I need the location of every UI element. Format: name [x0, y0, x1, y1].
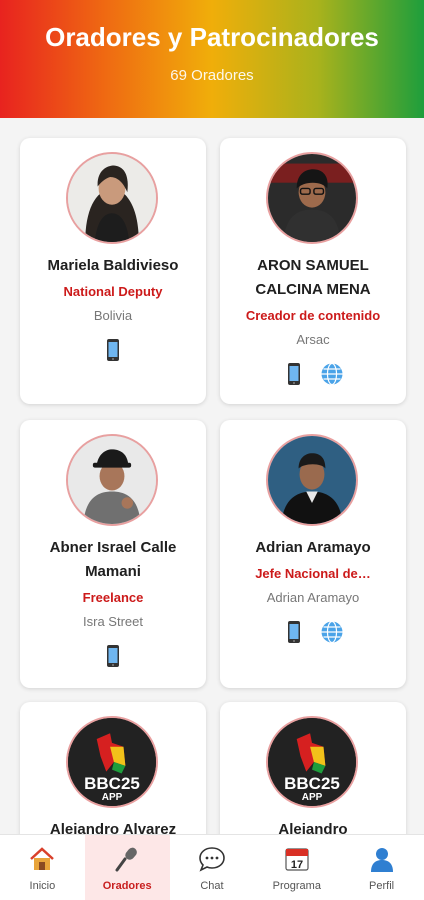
speaker-card[interactable]: Mariela Baldivieso National Deputy Boliv…	[20, 138, 206, 404]
speaker-card[interactable]: Adrian Aramayo Jefe Nacional de… Adrian …	[220, 420, 406, 688]
chat-icon	[170, 845, 255, 873]
speaker-links	[220, 620, 406, 644]
speaker-count: 69 Oradores	[170, 67, 254, 84]
speaker-name: Adrian Aramayo	[255, 539, 371, 556]
speaker-name: Alejandro	[278, 821, 348, 834]
calendar-day: 17	[291, 859, 303, 871]
nav-label: Oradores	[102, 880, 152, 892]
speaker-organization: Bolivia	[93, 308, 133, 323]
logo-subtext: APP	[301, 792, 323, 803]
speaker-avatar	[266, 152, 358, 244]
speaker-role: Freelance	[82, 590, 144, 605]
speaker-name: Abner Israel Calle Mamani	[49, 539, 177, 580]
speaker-links	[220, 362, 406, 386]
speaker-links	[20, 644, 206, 668]
speakers-grid: Mariela Baldivieso National Deputy Boliv…	[0, 118, 424, 834]
speaker-role: National Deputy	[63, 284, 163, 299]
nav-label: Perfil	[369, 880, 395, 892]
nav-label: Chat	[200, 880, 224, 892]
nav-item-inicio[interactable]: Inicio	[0, 835, 85, 900]
speaker-avatar	[66, 434, 158, 526]
speaker-card[interactable]: Abner Israel Calle Mamani Freelance Isra…	[20, 420, 206, 688]
home-icon	[0, 845, 85, 873]
globe-icon[interactable]	[320, 362, 344, 386]
speaker-links	[20, 338, 206, 362]
globe-icon[interactable]	[320, 620, 344, 644]
speaker-name: Mariela Baldivieso	[47, 257, 179, 274]
phone-icon[interactable]	[282, 620, 306, 644]
calendar-icon: 17	[254, 845, 339, 873]
nav-item-chat[interactable]: Chat	[170, 835, 255, 900]
nav-item-perfil[interactable]: Perfil	[339, 835, 424, 900]
speaker-avatar	[66, 152, 158, 244]
page-header: Oradores y Patrocinadores 69 Oradores	[0, 0, 424, 118]
speaker-card[interactable]: ARON SAMUEL CALCINA MENA Creador de cont…	[220, 138, 406, 404]
speaker-card[interactable]: BBC25 APP Alejandro Alvarez	[20, 702, 206, 834]
speaker-card[interactable]: BBC25 APP Alejandro	[220, 702, 406, 834]
nav-item-oradores[interactable]: Oradores	[84, 835, 170, 900]
speaker-role: Jefe Nacional de…	[255, 566, 371, 581]
microphone-icon	[85, 845, 170, 873]
speaker-organization: Isra Street	[83, 614, 143, 629]
speaker-name: Alejandro Alvarez	[49, 821, 177, 834]
nav-item-programa[interactable]: 17 Programa	[254, 835, 339, 900]
phone-icon[interactable]	[282, 362, 306, 386]
logo-text: BBC25	[284, 774, 340, 793]
speaker-organization: Arsac	[296, 332, 330, 347]
nav-label: Programa	[272, 880, 321, 892]
speaker-name: ARON SAMUEL CALCINA MENA	[255, 257, 371, 298]
speaker-avatar	[266, 434, 358, 526]
phone-icon[interactable]	[101, 338, 125, 362]
logo-subtext: APP	[101, 792, 123, 803]
page-title: Oradores y Patrocinadores	[45, 22, 379, 52]
nav-label: Inicio	[29, 880, 56, 892]
speaker-organization: Adrian Aramayo	[266, 590, 360, 605]
logo-text: BBC25	[84, 774, 140, 793]
bottom-navigation: Inicio Oradores Chat 17 Programa Perfil	[0, 834, 424, 900]
profile-icon	[339, 845, 424, 873]
phone-icon[interactable]	[101, 644, 125, 668]
speaker-role: Creador de contenido	[245, 308, 381, 323]
